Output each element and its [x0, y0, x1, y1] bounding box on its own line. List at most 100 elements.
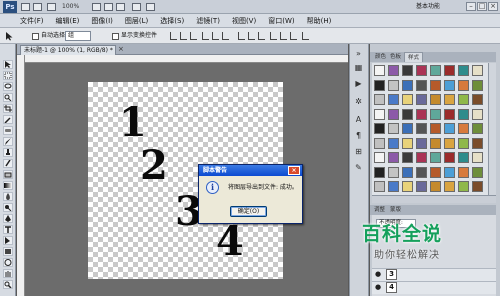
blur-tool-icon[interactable]: [3, 192, 13, 201]
ok-button[interactable]: 确定(O): [230, 206, 267, 217]
screen-mode-icon[interactable]: [146, 3, 155, 11]
style-swatch[interactable]: [416, 152, 427, 163]
eye-icon[interactable]: ●: [375, 283, 383, 291]
lasso-tool-icon[interactable]: [3, 82, 13, 91]
style-swatch[interactable]: [472, 166, 483, 178]
gradient-tool-icon[interactable]: [3, 181, 13, 190]
dialog-close-icon[interactable]: ×: [288, 166, 300, 175]
layer-thumbnail[interactable]: 3: [386, 269, 397, 280]
distribute-top-icon[interactable]: [238, 32, 245, 40]
style-swatch[interactable]: [416, 65, 427, 76]
menu-window[interactable]: 窗口(W): [262, 16, 300, 26]
style-swatch[interactable]: [402, 137, 413, 149]
auto-align-icon[interactable]: [302, 32, 309, 40]
brush-panel-icon[interactable]: ✎: [352, 162, 365, 173]
style-swatch[interactable]: [374, 94, 385, 105]
style-swatch[interactable]: [472, 152, 483, 163]
move-tool-icon[interactable]: [3, 60, 13, 69]
crop-tool-icon[interactable]: [3, 104, 13, 113]
style-swatch[interactable]: [472, 65, 483, 76]
align-bottom-icon[interactable]: [190, 32, 197, 40]
dodge-tool-icon[interactable]: [3, 203, 13, 212]
document-tab[interactable]: 未标题-1 @ 100% (1, RGB/8) *: [20, 45, 116, 55]
auto-select-dropdown[interactable]: 组: [65, 31, 91, 41]
eraser-tool-icon[interactable]: [3, 170, 13, 179]
style-swatch[interactable]: [388, 137, 399, 149]
menu-layer[interactable]: 图层(L): [119, 16, 154, 26]
show-transform-checkbox[interactable]: [112, 33, 119, 40]
tool-presets-panel-icon[interactable]: ⊞: [352, 146, 365, 157]
clone-stamp-tool-icon[interactable]: [3, 148, 13, 157]
shape-tool-icon[interactable]: [3, 247, 13, 256]
healing-brush-tool-icon[interactable]: [3, 126, 13, 135]
auto-select-checkbox[interactable]: [32, 33, 39, 40]
distribute-bottom-icon[interactable]: [258, 32, 265, 40]
close-button[interactable]: ×: [488, 2, 498, 11]
style-swatch[interactable]: [444, 65, 455, 76]
menu-file[interactable]: 文件(F): [14, 16, 50, 26]
workspace-switcher[interactable]: 基本功能: [416, 2, 466, 12]
style-swatch[interactable]: [458, 65, 469, 76]
style-swatch[interactable]: [374, 108, 385, 120]
move-tool-preset-icon[interactable]: [5, 31, 14, 41]
mini-bridge-icon[interactable]: [33, 3, 42, 11]
distribute-right-icon[interactable]: [290, 32, 297, 40]
styles-swatch-grid[interactable]: [372, 63, 488, 195]
align-vcenter-icon[interactable]: [180, 32, 187, 40]
style-swatch[interactable]: [402, 166, 413, 178]
clone-source-panel-icon[interactable]: ✲: [352, 96, 365, 107]
style-swatch[interactable]: [416, 79, 427, 91]
style-swatch[interactable]: [472, 137, 483, 149]
style-swatch[interactable]: [458, 108, 469, 120]
align-right-icon[interactable]: [222, 32, 229, 40]
style-swatch[interactable]: [458, 123, 469, 134]
style-swatch[interactable]: [430, 108, 441, 120]
style-swatch[interactable]: [430, 65, 441, 76]
style-swatch[interactable]: [374, 166, 385, 178]
eye-icon[interactable]: ●: [375, 270, 383, 278]
style-swatch[interactable]: [416, 137, 427, 149]
history-panel-icon[interactable]: ▦: [352, 62, 365, 73]
style-swatch[interactable]: [430, 166, 441, 178]
style-swatch[interactable]: [444, 94, 455, 105]
style-swatch[interactable]: [472, 123, 483, 134]
hand-tool-icon[interactable]: [92, 3, 101, 11]
style-swatch[interactable]: [388, 123, 399, 134]
style-swatch[interactable]: [416, 108, 427, 120]
zoom-tool-icon-box[interactable]: [3, 280, 13, 289]
menu-image[interactable]: 图像(I): [85, 16, 119, 26]
style-swatch[interactable]: [458, 94, 469, 105]
minimize-button[interactable]: –: [466, 2, 476, 11]
styles-scrollbar[interactable]: [488, 63, 496, 195]
style-swatch[interactable]: [430, 137, 441, 149]
style-swatch[interactable]: [416, 181, 427, 192]
style-swatch[interactable]: [402, 152, 413, 163]
style-swatch[interactable]: [402, 123, 413, 134]
style-swatch[interactable]: [458, 181, 469, 192]
3d-rotate-tool-icon[interactable]: [3, 258, 13, 267]
arrange-documents-icon[interactable]: [132, 3, 141, 11]
bridge-icon[interactable]: [21, 3, 30, 11]
style-swatch[interactable]: [402, 94, 413, 105]
style-swatch[interactable]: [472, 181, 483, 192]
style-swatch[interactable]: [402, 79, 413, 91]
distribute-left-icon[interactable]: [270, 32, 277, 40]
distribute-hcenter-icon[interactable]: [280, 32, 287, 40]
style-swatch[interactable]: [374, 181, 385, 192]
style-swatch[interactable]: [444, 181, 455, 192]
style-swatch[interactable]: [374, 123, 385, 134]
tab-swatches[interactable]: 色板: [390, 52, 401, 62]
path-selection-tool-icon[interactable]: [3, 236, 13, 245]
style-swatch[interactable]: [374, 152, 385, 163]
style-swatch[interactable]: [444, 108, 455, 120]
style-swatch[interactable]: [402, 65, 413, 76]
menu-select[interactable]: 选择(S): [154, 16, 190, 26]
style-swatch[interactable]: [458, 137, 469, 149]
maximize-button[interactable]: □: [477, 2, 487, 11]
style-swatch[interactable]: [430, 94, 441, 105]
style-swatch[interactable]: [430, 123, 441, 134]
tab-adjustments[interactable]: 调整: [374, 205, 385, 215]
style-swatch[interactable]: [388, 152, 399, 163]
tab-color[interactable]: 颜色: [375, 52, 386, 62]
style-swatch[interactable]: [388, 108, 399, 120]
